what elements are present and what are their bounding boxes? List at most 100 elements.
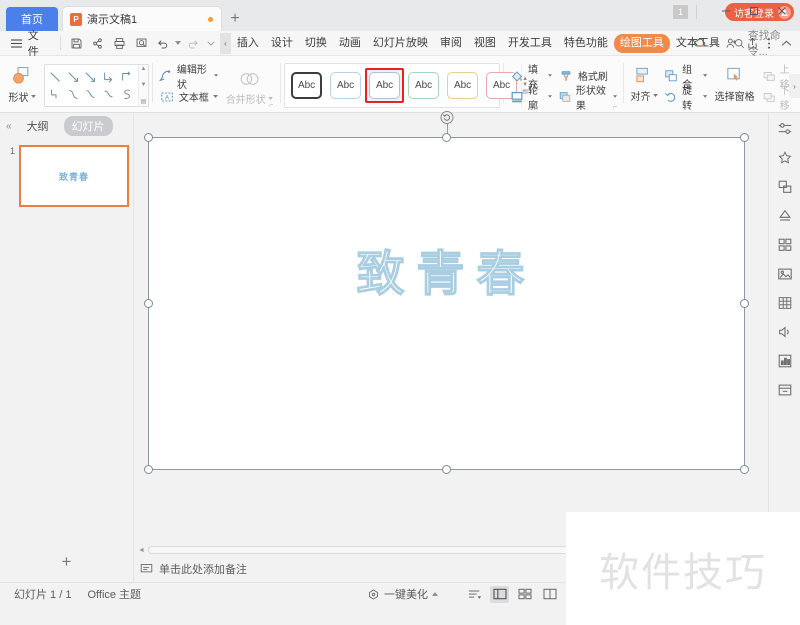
resize-handle-top-center[interactable]: [441, 133, 451, 142]
print-icon[interactable]: [109, 33, 131, 54]
save-icon[interactable]: [65, 33, 87, 54]
rotate-button[interactable]: 旋转: [661, 86, 710, 112]
merge-shapes-button[interactable]: 合并形状: [221, 63, 277, 106]
shape-style-1[interactable]: Abc: [291, 72, 323, 99]
minimize-button[interactable]: [712, 2, 740, 19]
shape-line-1[interactable]: [47, 68, 65, 86]
ribbon-scroll-right-button[interactable]: ›: [789, 74, 800, 98]
shape-style-1-wrap[interactable]: Abc: [287, 68, 326, 103]
close-button[interactable]: [768, 2, 796, 19]
tab-slideshow[interactable]: 幻灯片放映: [367, 34, 434, 53]
shapes-scroll-up-icon[interactable]: ▲: [141, 66, 147, 72]
shapes-gallery-more-icon[interactable]: ▤: [141, 98, 147, 105]
beautify-button[interactable]: 一键美化: [367, 586, 438, 602]
collapse-panel-icon[interactable]: «: [6, 121, 12, 132]
tab-outline[interactable]: 大纲: [19, 116, 57, 136]
add-slide-button[interactable]: +: [62, 552, 72, 572]
shapes-gallery-scrollbar[interactable]: ▲ ▼ ▤: [138, 65, 148, 106]
normal-view-button[interactable]: [490, 585, 509, 603]
box-archive-icon[interactable]: [774, 380, 796, 400]
ribbon-scroll-left-button[interactable]: ‹: [220, 32, 231, 54]
outline-button[interactable]: 轮廓: [507, 86, 555, 112]
shape-curve-2[interactable]: [100, 86, 118, 104]
tab-animation[interactable]: 动画: [333, 34, 367, 53]
share-upload-icon[interactable]: [742, 33, 762, 53]
slide-title-text[interactable]: 致青春: [149, 234, 744, 304]
style-group-dialog-launcher[interactable]: ⌐: [613, 104, 617, 111]
resize-handle-middle-right[interactable]: [740, 298, 749, 308]
shape-connector-2[interactable]: [65, 86, 83, 104]
design-shape-icon[interactable]: [774, 206, 796, 226]
shape-elbow-1[interactable]: [100, 68, 118, 86]
audio-icon[interactable]: [774, 322, 796, 342]
slide-canvas[interactable]: 致青春: [144, 111, 749, 474]
properties-sliders-icon[interactable]: [774, 119, 796, 139]
shape-effects-button[interactable]: 形状效果: [555, 86, 620, 112]
shape-elbow-2[interactable]: [118, 68, 136, 86]
share-cloud-icon[interactable]: [87, 33, 109, 54]
shape-style-4-wrap[interactable]: Abc: [404, 68, 443, 103]
shape-style-2-wrap[interactable]: Abc: [326, 68, 365, 103]
print-preview-icon[interactable]: [130, 33, 152, 54]
resize-handle-bottom-right[interactable]: [740, 465, 749, 474]
collapse-ribbon-icon[interactable]: [776, 33, 796, 53]
collaborate-icon[interactable]: [721, 33, 741, 53]
maximize-button[interactable]: [740, 2, 768, 19]
redo-icon[interactable]: [183, 33, 205, 54]
resize-handle-top-right[interactable]: [740, 133, 749, 142]
tab-insert[interactable]: 插入: [231, 34, 265, 53]
resize-handle-middle-left[interactable]: [144, 298, 153, 308]
tab-developer-tools[interactable]: 开发工具: [502, 34, 558, 53]
cloud-sync-icon[interactable]: [690, 33, 710, 53]
reading-view-button[interactable]: [540, 586, 559, 603]
shape-style-3[interactable]: Abc: [369, 72, 401, 99]
quick-access-dropdown-icon[interactable]: [204, 33, 218, 54]
tab-slides[interactable]: 幻灯片: [63, 116, 113, 136]
more-options-icon[interactable]: [763, 33, 775, 53]
shape-style-gallery[interactable]: Abc Abc Abc Abc Abc Abc ▲ ▼ ▤: [284, 63, 528, 108]
view-options-icon[interactable]: [465, 586, 484, 603]
shape-arrow-1[interactable]: [83, 68, 101, 86]
shape-style-3-wrap[interactable]: Abc: [365, 68, 405, 103]
selection-pane-button[interactable]: 选择窗格: [710, 59, 758, 103]
theme-label[interactable]: Office 主题: [79, 586, 149, 602]
rotation-handle[interactable]: [440, 111, 453, 124]
table-icon[interactable]: [774, 293, 796, 313]
shape-group-dialog-launcher[interactable]: ⌐: [269, 102, 273, 109]
grid-apps-icon[interactable]: [774, 235, 796, 255]
slide-canvas-area[interactable]: 致青春: [134, 111, 768, 544]
cloud-dropdown-icon[interactable]: [711, 33, 720, 53]
tab-featured[interactable]: 特色功能: [558, 34, 614, 53]
image-icon[interactable]: [774, 264, 796, 284]
shapes-scroll-down-icon[interactable]: ▼: [141, 82, 147, 88]
document-tab[interactable]: P 演示文稿1: [62, 6, 222, 31]
undo-icon[interactable]: [152, 33, 174, 54]
resize-handle-bottom-center[interactable]: [441, 465, 451, 474]
notification-badge[interactable]: 1: [673, 5, 688, 19]
slide-sorter-button[interactable]: [515, 586, 534, 603]
resize-handle-top-left[interactable]: [144, 133, 153, 142]
hamburger-menu-icon[interactable]: [6, 33, 27, 54]
shape-style-2[interactable]: Abc: [330, 72, 362, 99]
shape-swap-icon[interactable]: [774, 177, 796, 197]
tab-drawing-tools[interactable]: 绘图工具: [613, 33, 670, 53]
shape-style-5-wrap[interactable]: Abc: [443, 68, 482, 103]
shape-curve-3[interactable]: [118, 86, 136, 104]
align-button[interactable]: 对齐: [627, 59, 661, 103]
tab-view[interactable]: 视图: [468, 34, 502, 53]
ai-sparkle-icon[interactable]: [774, 148, 796, 168]
edit-shape-button[interactable]: 编辑形状: [156, 65, 221, 91]
shapes-gallery[interactable]: ▲ ▼ ▤: [44, 64, 149, 107]
shape-curve-1[interactable]: [83, 86, 101, 104]
slide-thumbnail-1[interactable]: 致青春: [19, 145, 129, 207]
shape-connector-1[interactable]: [47, 86, 65, 104]
undo-dropdown-icon[interactable]: [174, 33, 183, 54]
resize-handle-bottom-left[interactable]: [144, 465, 153, 474]
shapes-button[interactable]: 形状: [0, 59, 44, 104]
scroll-left-icon[interactable]: ◄: [138, 547, 145, 554]
shape-style-5[interactable]: Abc: [447, 72, 479, 99]
shape-style-4[interactable]: Abc: [408, 72, 440, 99]
chart-icon[interactable]: [774, 351, 796, 371]
shape-line-2[interactable]: [65, 68, 83, 86]
tab-design[interactable]: 设计: [265, 34, 299, 53]
